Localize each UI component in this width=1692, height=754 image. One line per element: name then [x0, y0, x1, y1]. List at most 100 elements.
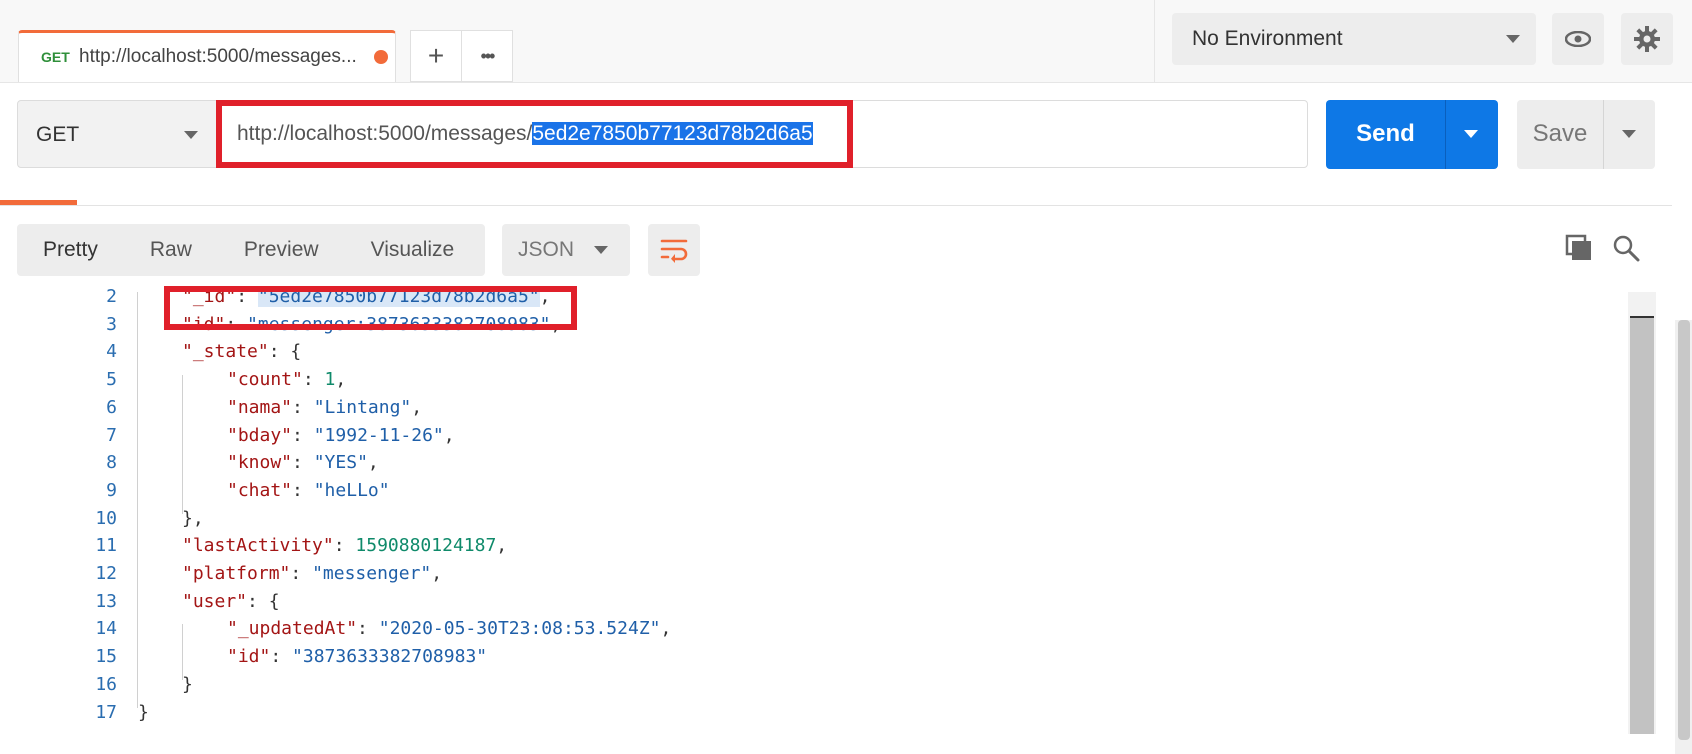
- line-number: 13: [95, 590, 117, 612]
- line-number: 14: [95, 618, 117, 640]
- code-text: "lastActivity": 1590880124187,: [182, 535, 507, 556]
- environment-quick-look-button[interactable]: [1552, 13, 1604, 65]
- code-token: "YES": [313, 452, 368, 474]
- code-token: :: [292, 424, 314, 446]
- tab-visualize[interactable]: Visualize: [345, 238, 481, 262]
- code-token: "messenger": [312, 563, 432, 584]
- copy-button[interactable]: [1565, 234, 1593, 267]
- code-token: ,: [411, 396, 423, 418]
- code-token: "chat": [227, 479, 293, 501]
- url-highlight-box: [216, 100, 853, 168]
- wrap-lines-button[interactable]: [648, 224, 700, 276]
- code-token: "bday": [227, 424, 293, 446]
- code-token: "_state": [182, 341, 269, 363]
- code-token: ,: [443, 424, 455, 446]
- code-line: 5 "count": 1,: [17, 369, 1617, 397]
- code-token: : {: [247, 590, 280, 612]
- send-label: Send: [1356, 120, 1415, 147]
- active-section-indicator: [0, 200, 77, 205]
- code-line: 15 "id": "3873633382708983": [17, 646, 1617, 674]
- line-number: 7: [106, 424, 117, 446]
- send-options-chevron-icon[interactable]: [1464, 130, 1478, 138]
- code-token: }: [182, 673, 193, 695]
- code-token: ,: [335, 369, 347, 391]
- code-token: },: [182, 507, 204, 529]
- new-tab-button[interactable]: +: [410, 30, 462, 82]
- code-text: "count": 1,: [227, 369, 346, 390]
- code-token: 1590880124187: [355, 535, 497, 557]
- line-number: 9: [106, 479, 117, 501]
- code-line: 10},: [17, 508, 1617, 536]
- save-divider: [1603, 100, 1604, 169]
- id-highlight-box: [164, 286, 577, 330]
- method-select[interactable]: GET: [17, 100, 217, 168]
- code-scrollbar-thumb[interactable]: [1630, 318, 1654, 734]
- line-number: 3: [106, 313, 117, 335]
- code-token: "user": [182, 590, 248, 612]
- copy-icon: [1565, 234, 1591, 260]
- code-line: 12 "platform": "messenger",: [17, 563, 1617, 591]
- code-line: 11 "lastActivity": 1590880124187,: [17, 535, 1617, 563]
- save-options-chevron-icon[interactable]: [1622, 130, 1636, 138]
- plus-icon: +: [427, 40, 445, 71]
- response-body[interactable]: 2 "_id": "5ed2e7850b77123d78b2d6a5", 3 "id"…: [17, 286, 1657, 754]
- code-token: "id": [227, 646, 271, 668]
- code-text: "_state": {: [182, 341, 301, 362]
- chevron-down-icon: [184, 131, 198, 139]
- code-token: "heLLo": [313, 479, 390, 501]
- code-line: 7 "bday": "1992-11-26",: [17, 425, 1617, 453]
- code-token: "lastActivity": [182, 535, 334, 557]
- response-view-tabs: Pretty Raw Preview Visualize: [17, 224, 485, 276]
- request-tab[interactable]: GET http://localhost:5000/messages...: [18, 30, 396, 82]
- chevron-down-icon: [594, 246, 608, 254]
- tab-raw[interactable]: Raw: [124, 238, 218, 262]
- code-line: 9 "chat": "heLLo": [17, 480, 1617, 508]
- code-text: }: [138, 702, 149, 723]
- tab-preview[interactable]: Preview: [218, 238, 345, 262]
- code-token: :: [357, 618, 379, 640]
- code-token: :: [302, 369, 325, 391]
- code-text: "know": "YES",: [227, 452, 379, 473]
- search-button[interactable]: [1612, 234, 1640, 267]
- code-token: :: [333, 535, 356, 557]
- send-divider: [1445, 100, 1446, 169]
- code-token: }: [138, 701, 149, 723]
- code-line: 6 "nama": "Lintang",: [17, 397, 1617, 425]
- code-token: "count": [227, 369, 303, 391]
- tab-options-button[interactable]: •••: [461, 30, 513, 82]
- section-divider: [0, 205, 1672, 206]
- page-scrollbar-thumb[interactable]: [1678, 320, 1690, 740]
- save-label: Save: [1532, 120, 1588, 147]
- code-token: :: [290, 563, 313, 584]
- save-button[interactable]: Save: [1517, 100, 1655, 169]
- code-token: :: [292, 479, 314, 501]
- tab-pretty[interactable]: Pretty: [17, 238, 124, 262]
- method-label: GET: [36, 123, 80, 146]
- code-token: "1992-11-26": [313, 424, 444, 446]
- unsaved-dot-icon: [374, 50, 388, 64]
- line-number: 17: [95, 701, 117, 723]
- settings-button[interactable]: [1621, 13, 1673, 65]
- code-line: 13 "user": {: [17, 591, 1617, 619]
- line-number: 12: [95, 563, 117, 584]
- code-token: ,: [367, 452, 379, 474]
- code-line: 14 "_updatedAt": "2020-05-30T23:08:53.524…: [17, 618, 1617, 646]
- line-number: 10: [95, 507, 117, 529]
- send-button[interactable]: Send: [1326, 100, 1498, 169]
- code-token: "_updatedAt": [227, 618, 358, 640]
- format-select[interactable]: JSON: [502, 224, 630, 276]
- code-token: ,: [660, 618, 672, 640]
- code-text: },: [182, 508, 204, 529]
- code-line: 16}: [17, 674, 1617, 702]
- code-token: ,: [431, 563, 443, 584]
- code-token: :: [292, 396, 314, 418]
- more-icon: •••: [480, 45, 496, 66]
- code-text: "id": "3873633382708983": [227, 646, 487, 667]
- code-line: 4 "_state": {: [17, 341, 1617, 369]
- environment-select[interactable]: No Environment: [1172, 13, 1536, 65]
- code-token: :: [270, 646, 293, 668]
- code-token: "nama": [227, 396, 293, 418]
- code-text: "platform": "messenger",: [182, 563, 442, 584]
- format-label: JSON: [518, 238, 575, 261]
- line-number: 8: [106, 452, 117, 474]
